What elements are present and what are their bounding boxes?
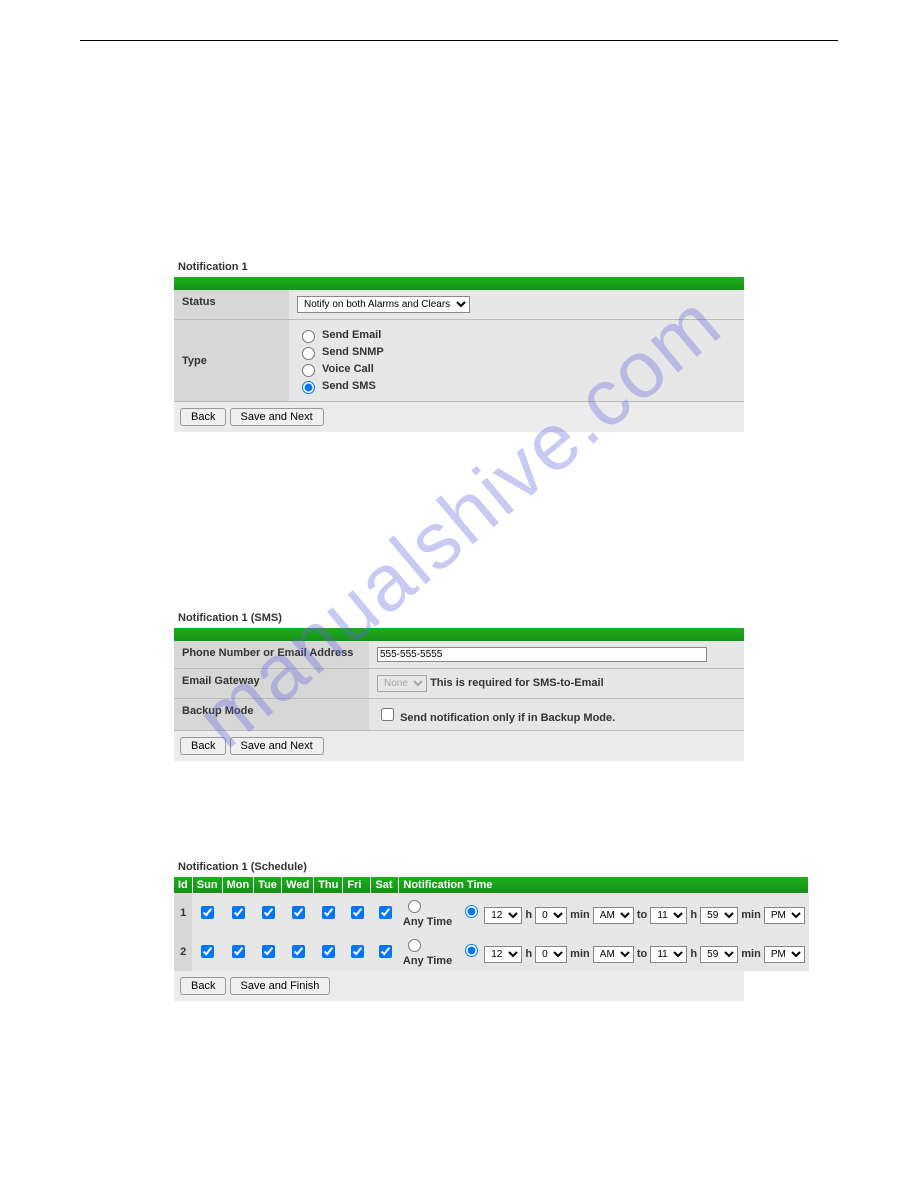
min-label: min — [570, 909, 590, 921]
panel-notification-schedule: Notification 1 (Schedule) Id Sun Mon Tue… — [174, 861, 744, 1001]
h-label: h — [525, 909, 532, 921]
chk-r2-wed[interactable] — [292, 945, 305, 958]
sel-r2-h2[interactable]: 11 — [650, 946, 687, 963]
sel-r2-h1[interactable]: 12 — [484, 946, 522, 963]
radio-r2-timerange[interactable] — [465, 944, 478, 957]
th-notification-time: Notification Time — [399, 877, 809, 893]
backup-text: Send notification only if in Backup Mode… — [400, 712, 615, 724]
radio-send-snmp[interactable] — [302, 347, 315, 360]
back-button[interactable]: Back — [180, 737, 226, 755]
chk-r2-fri[interactable] — [351, 945, 364, 958]
th-thu: Thu — [314, 877, 343, 893]
sel-r1-ampm1[interactable]: AM — [593, 907, 634, 924]
sel-r1-ampm2[interactable]: PM — [764, 907, 805, 924]
min-label: min — [741, 909, 761, 921]
min-label: min — [570, 948, 590, 960]
radio-send-email[interactable] — [302, 330, 315, 343]
sel-r2-ampm2[interactable]: PM — [764, 946, 805, 963]
back-button[interactable]: Back — [180, 977, 226, 995]
h-label: h — [690, 909, 697, 921]
th-id: Id — [174, 877, 192, 893]
h-label: h — [525, 948, 532, 960]
chk-r1-wed[interactable] — [292, 906, 305, 919]
panel1-title: Notification 1 — [178, 261, 744, 273]
sel-r1-h1[interactable]: 12 — [484, 907, 522, 924]
chk-r1-thu[interactable] — [322, 906, 335, 919]
row2-id: 2 — [174, 932, 192, 971]
table-row: 2 Any Time 12 h 0 min AM — [174, 932, 809, 971]
chk-r1-mon[interactable] — [232, 906, 245, 919]
back-button[interactable]: Back — [180, 408, 226, 426]
h-label: h — [690, 948, 697, 960]
sel-r1-h2[interactable]: 11 — [650, 907, 687, 924]
radio-r2-anytime[interactable] — [408, 939, 421, 952]
row1-id: 1 — [174, 893, 192, 932]
to-label: to — [637, 948, 647, 960]
gateway-select[interactable]: None — [377, 675, 427, 692]
radio-voice-call[interactable] — [302, 364, 315, 377]
radio-send-snmp-label: Send SNMP — [322, 346, 384, 358]
panel2-title: Notification 1 (SMS) — [178, 612, 744, 624]
sel-r1-m2[interactable]: 59 — [700, 907, 738, 924]
radio-voice-call-label: Voice Call — [322, 363, 374, 375]
panel-notification-type: Notification 1 Status Notify on both Ala… — [174, 261, 744, 432]
gateway-label: Email Gateway — [174, 669, 369, 698]
sel-r1-m1[interactable]: 0 — [535, 907, 567, 924]
panel-notification-sms: Notification 1 (SMS) Phone Number or Ema… — [174, 612, 744, 761]
status-label: Status — [174, 290, 289, 319]
th-sun: Sun — [192, 877, 222, 893]
chk-r2-sun[interactable] — [201, 945, 214, 958]
radio-r1-timerange[interactable] — [465, 905, 478, 918]
type-label: Type — [174, 320, 289, 401]
chk-r2-mon[interactable] — [232, 945, 245, 958]
top-rule — [80, 40, 838, 41]
table-row: 1 Any Time 12 h 0 min AM — [174, 893, 809, 932]
th-fri: Fri — [343, 877, 371, 893]
phone-input[interactable] — [377, 647, 707, 662]
chk-r2-tue[interactable] — [262, 945, 275, 958]
radio-send-sms[interactable] — [302, 381, 315, 394]
chk-r1-fri[interactable] — [351, 906, 364, 919]
sel-r2-m2[interactable]: 59 — [700, 946, 738, 963]
gateway-note: This is required for SMS-to-Email — [430, 677, 604, 689]
th-sat: Sat — [371, 877, 399, 893]
panel2-header-bar — [174, 628, 744, 641]
backup-label: Backup Mode — [174, 699, 369, 730]
sel-r2-ampm1[interactable]: AM — [593, 946, 634, 963]
save-finish-button[interactable]: Save and Finish — [230, 977, 331, 995]
save-next-button[interactable]: Save and Next — [230, 737, 324, 755]
panel1-header-bar — [174, 277, 744, 290]
save-next-button[interactable]: Save and Next — [230, 408, 324, 426]
chk-r1-tue[interactable] — [262, 906, 275, 919]
min-label: min — [741, 948, 761, 960]
panel3-title: Notification 1 (Schedule) — [178, 861, 744, 873]
anytime-label: Any Time — [403, 916, 452, 928]
chk-r1-sun[interactable] — [201, 906, 214, 919]
th-mon: Mon — [222, 877, 254, 893]
radio-send-sms-label: Send SMS — [322, 380, 376, 392]
th-wed: Wed — [282, 877, 314, 893]
chk-r1-sat[interactable] — [379, 906, 392, 919]
radio-r1-anytime[interactable] — [408, 900, 421, 913]
anytime-label: Any Time — [403, 955, 452, 967]
schedule-table: Id Sun Mon Tue Wed Thu Fri Sat Notificat… — [174, 877, 809, 971]
to-label: to — [637, 909, 647, 921]
phone-label: Phone Number or Email Address — [174, 641, 369, 668]
chk-r2-sat[interactable] — [379, 945, 392, 958]
chk-r2-thu[interactable] — [322, 945, 335, 958]
th-tue: Tue — [254, 877, 282, 893]
sel-r2-m1[interactable]: 0 — [535, 946, 567, 963]
status-select[interactable]: Notify on both Alarms and Clears — [297, 296, 470, 313]
backup-checkbox[interactable] — [381, 708, 394, 721]
schedule-header-row: Id Sun Mon Tue Wed Thu Fri Sat Notificat… — [174, 877, 809, 893]
radio-send-email-label: Send Email — [322, 329, 381, 341]
